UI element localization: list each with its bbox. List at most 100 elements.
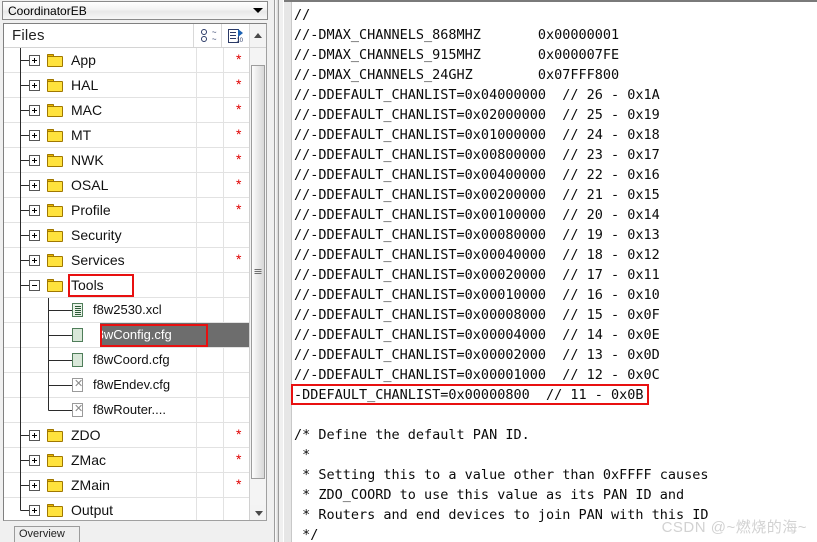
- tree-node[interactable]: ZMain: [4, 473, 110, 498]
- expand-node-icon[interactable]: [29, 54, 40, 66]
- file-icon: [72, 352, 85, 368]
- tree-row[interactable]: f8wEndev.cfg: [4, 373, 249, 398]
- scrollbar-grip-icon: [254, 269, 262, 275]
- tree-node[interactable]: Services: [4, 248, 125, 273]
- expand-node-icon[interactable]: [29, 254, 40, 266]
- triangle-up-icon: [254, 33, 262, 38]
- tree-row[interactable]: Services *: [4, 248, 249, 273]
- folder-icon: [47, 203, 63, 217]
- folder-icon: [47, 253, 63, 267]
- build-order-column-header[interactable]: 10: [221, 24, 249, 47]
- tree-node[interactable]: HAL: [4, 73, 98, 98]
- tree-node[interactable]: f8wEndev.cfg: [4, 373, 170, 398]
- tree-node[interactable]: Profile: [4, 198, 111, 223]
- files-tree-rows: App * HAL * MAC * MT * NWK * OSAL * Profile * Security…: [4, 48, 249, 521]
- tree-node[interactable]: f8wRouter....: [4, 398, 166, 423]
- expand-node-icon[interactable]: [29, 104, 40, 116]
- column-separator: [196, 148, 197, 172]
- code-line: //-DDEFAULT_CHANLIST=0x02000000 // 25 - …: [294, 107, 660, 123]
- tree-scroll-up-button[interactable]: [249, 24, 266, 47]
- modified-marker: *: [236, 76, 242, 92]
- code-line: *: [294, 447, 311, 463]
- column-separator: [196, 348, 197, 372]
- column-separator: [196, 373, 197, 397]
- tree-row[interactable]: ZMain *: [4, 473, 249, 498]
- column-separator: [223, 173, 224, 197]
- tree-node[interactable]: OSAL: [4, 173, 108, 198]
- tree-node-label: MT: [71, 127, 92, 143]
- tree-row[interactable]: MT *: [4, 123, 249, 148]
- code-line: //-DDEFAULT_CHANLIST=0x00002000 // 13 - …: [294, 347, 660, 363]
- column-separator: [223, 298, 224, 322]
- tree-vertical-scrollbar[interactable]: [249, 48, 266, 520]
- expand-node-icon[interactable]: [29, 154, 40, 166]
- tree-node[interactable]: MAC: [4, 98, 102, 123]
- tree-row[interactable]: Tools: [4, 273, 249, 298]
- code-line: /* Define the default PAN ID.: [294, 427, 530, 443]
- column-separator: [223, 73, 224, 97]
- code-editor[interactable]: // //-DMAX_CHANNELS_868MHZ 0x00000001 //-D…: [284, 0, 817, 542]
- expand-node-icon[interactable]: [29, 454, 40, 466]
- modified-marker: *: [236, 126, 242, 142]
- tree-row[interactable]: f8wCoord.cfg: [4, 348, 249, 373]
- tree-node[interactable]: f8wConfig.cfg: [4, 323, 172, 348]
- tree-scrollbar-thumb[interactable]: [251, 65, 265, 479]
- expand-node-icon[interactable]: [29, 204, 40, 216]
- connections-column-header[interactable]: ~ ~: [193, 24, 221, 47]
- column-separator: [223, 223, 224, 247]
- expand-node-icon[interactable]: [29, 79, 40, 91]
- tree-node-label: f8wCoord.cfg: [93, 352, 170, 367]
- tree-node[interactable]: NWK: [4, 148, 104, 173]
- workspace-pane: CoordinatorEB Files ~ ~ 10 App * HAL * M…: [0, 0, 283, 542]
- code-line: //-DMAX_CHANNELS_24GHZ 0x07FFF800: [294, 67, 620, 83]
- tree-row[interactable]: f8wRouter....: [4, 398, 249, 423]
- tree-node[interactable]: App: [4, 48, 96, 73]
- tree-node-label: App: [71, 52, 96, 68]
- code-line: -DDEFAULT_CHANLIST=0x00000800 // 11 - 0x…: [294, 387, 644, 403]
- column-separator: [196, 398, 197, 422]
- column-separator: [223, 448, 224, 472]
- tree-row[interactable]: f8wConfig.cfg: [4, 323, 249, 348]
- column-separator: [196, 298, 197, 322]
- tree-row[interactable]: Output: [4, 498, 249, 521]
- tree-node[interactable]: Security: [4, 223, 122, 248]
- configuration-dropdown[interactable]: CoordinatorEB: [2, 1, 268, 20]
- tree-row[interactable]: App *: [4, 48, 249, 73]
- column-separator: [223, 348, 224, 372]
- expand-node-icon[interactable]: [29, 429, 40, 441]
- tree-node[interactable]: ZMac: [4, 448, 106, 473]
- tree-row[interactable]: NWK *: [4, 148, 249, 173]
- tree-row[interactable]: Security: [4, 223, 249, 248]
- collapse-node-icon[interactable]: [29, 279, 40, 291]
- tree-node[interactable]: Tools: [4, 273, 104, 298]
- expand-node-icon[interactable]: [29, 179, 40, 191]
- tree-node-label: Tools: [71, 277, 104, 293]
- tree-scroll-down-button[interactable]: [250, 505, 266, 520]
- modified-marker: *: [236, 201, 242, 217]
- tree-row[interactable]: MAC *: [4, 98, 249, 123]
- expand-node-icon[interactable]: [29, 479, 40, 491]
- expand-node-icon[interactable]: [29, 129, 40, 141]
- tree-row[interactable]: f8w2530.xcl: [4, 298, 249, 323]
- tree-node[interactable]: ZDO: [4, 423, 101, 448]
- tree-row[interactable]: Profile *: [4, 198, 249, 223]
- tree-row[interactable]: ZDO *: [4, 423, 249, 448]
- tree-node[interactable]: f8wCoord.cfg: [4, 348, 170, 373]
- editor-code-area[interactable]: // //-DMAX_CHANNELS_868MHZ 0x00000001 //-D…: [294, 5, 817, 542]
- tree-node[interactable]: MT: [4, 123, 91, 148]
- triangle-down-icon: [254, 510, 263, 516]
- tree-row[interactable]: HAL *: [4, 73, 249, 98]
- expand-node-icon[interactable]: [29, 504, 40, 516]
- tree-row[interactable]: OSAL *: [4, 173, 249, 198]
- column-separator: [223, 123, 224, 147]
- tree-node[interactable]: Output: [4, 498, 113, 521]
- expand-node-icon[interactable]: [29, 229, 40, 241]
- modified-marker: *: [236, 176, 242, 192]
- column-separator: [223, 148, 224, 172]
- pane-splitter[interactable]: [270, 0, 283, 542]
- tree-node[interactable]: f8w2530.xcl: [4, 298, 162, 323]
- folder-icon: [47, 128, 63, 142]
- tree-row[interactable]: ZMac *: [4, 448, 249, 473]
- workspace-bottom-tab[interactable]: Overview: [14, 526, 80, 542]
- chevron-down-icon[interactable]: [249, 2, 267, 19]
